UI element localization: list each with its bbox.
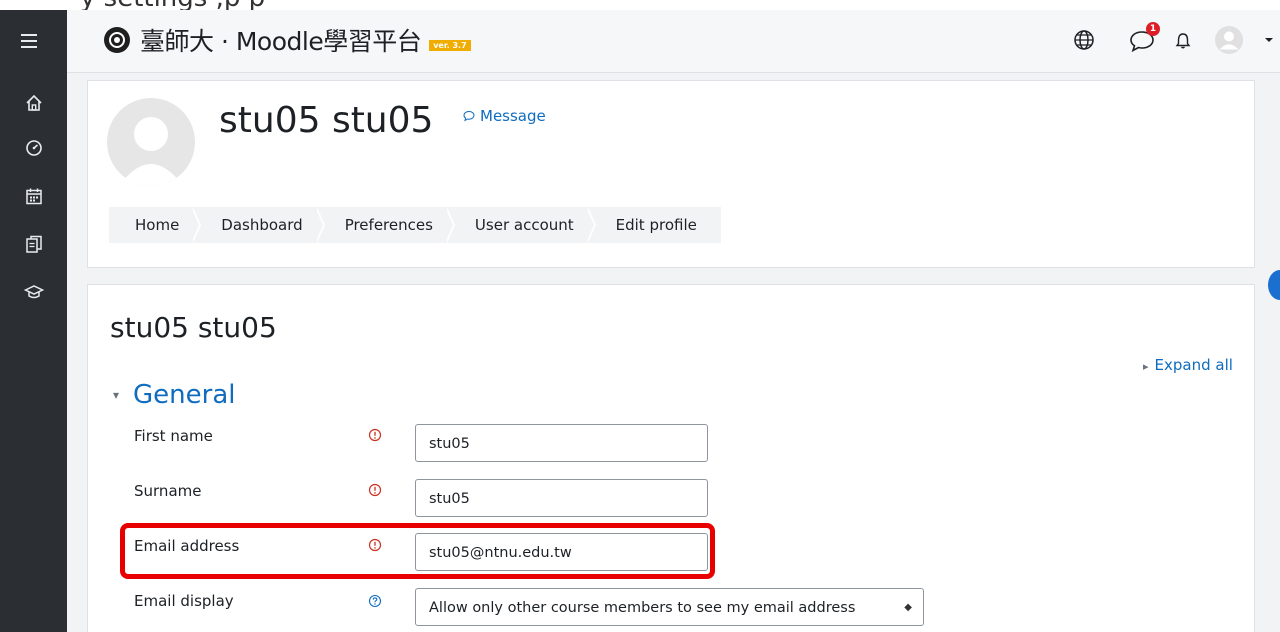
message-count-badge: 1 [1146,22,1160,36]
dashboard-icon[interactable] [24,138,44,158]
required-icon [368,483,382,497]
section-general-title: General [133,380,236,410]
site-title: 臺師大 · Moodle學習平台 [140,27,422,56]
hamburger-icon[interactable] [21,30,43,50]
section-general-toggle[interactable]: ▾ General [113,380,236,410]
surname-input[interactable]: stu05 [415,479,708,517]
calendar-icon[interactable] [24,186,44,206]
breadcrumb-preferences[interactable]: Preferences [319,207,449,243]
home-icon[interactable] [24,93,44,113]
breadcrumb-home[interactable]: Home [109,207,195,243]
select-arrows-icon: ◆ [904,602,912,613]
globe-icon[interactable] [1072,24,1096,56]
required-icon [368,428,382,442]
version-badge: ver. 3.7 [429,39,471,51]
help-icon[interactable] [368,594,382,608]
cropped-top-text-strip: y settings ,p p [0,0,1280,10]
message-link[interactable]: Message [463,107,546,125]
profile-picture [107,98,195,186]
page-title: stu05 stu05 [110,311,277,344]
cropped-text: y settings ,p p [80,0,265,10]
highlight-annotation-box [120,523,715,579]
university-logo-icon [104,27,130,53]
bell-icon[interactable] [1172,24,1194,56]
surname-label: Surname [134,482,202,500]
email-display-select[interactable]: Allow only other course members to see m… [415,588,924,626]
block-drawer-toggle[interactable] [1268,270,1280,300]
breadcrumb-user-account[interactable]: User account [449,207,590,243]
email-display-label: Email display [134,592,234,610]
site-brand[interactable]: 臺師大 · Moodle學習平台 ver. 3.7 [104,22,471,58]
profile-name: stu05 stu05 [219,100,434,141]
comment-icon [463,110,475,122]
first-name-input[interactable]: stu05 [415,424,708,462]
breadcrumb: Home Dashboard Preferences User account … [109,207,721,243]
first-name-label: First name [134,427,213,445]
breadcrumb-edit-profile[interactable]: Edit profile [590,207,721,243]
email-display-value: Allow only other course members to see m… [429,600,856,616]
user-avatar-icon[interactable] [1211,24,1247,56]
graduation-cap-icon[interactable] [24,282,44,302]
expand-all-link[interactable]: Expand all [1143,356,1233,374]
chevron-down-icon[interactable] [1263,24,1275,56]
chevron-down-icon: ▾ [113,388,120,402]
files-icon[interactable] [24,234,44,254]
message-link-label: Message [480,107,546,125]
breadcrumb-dashboard[interactable]: Dashboard [195,207,318,243]
